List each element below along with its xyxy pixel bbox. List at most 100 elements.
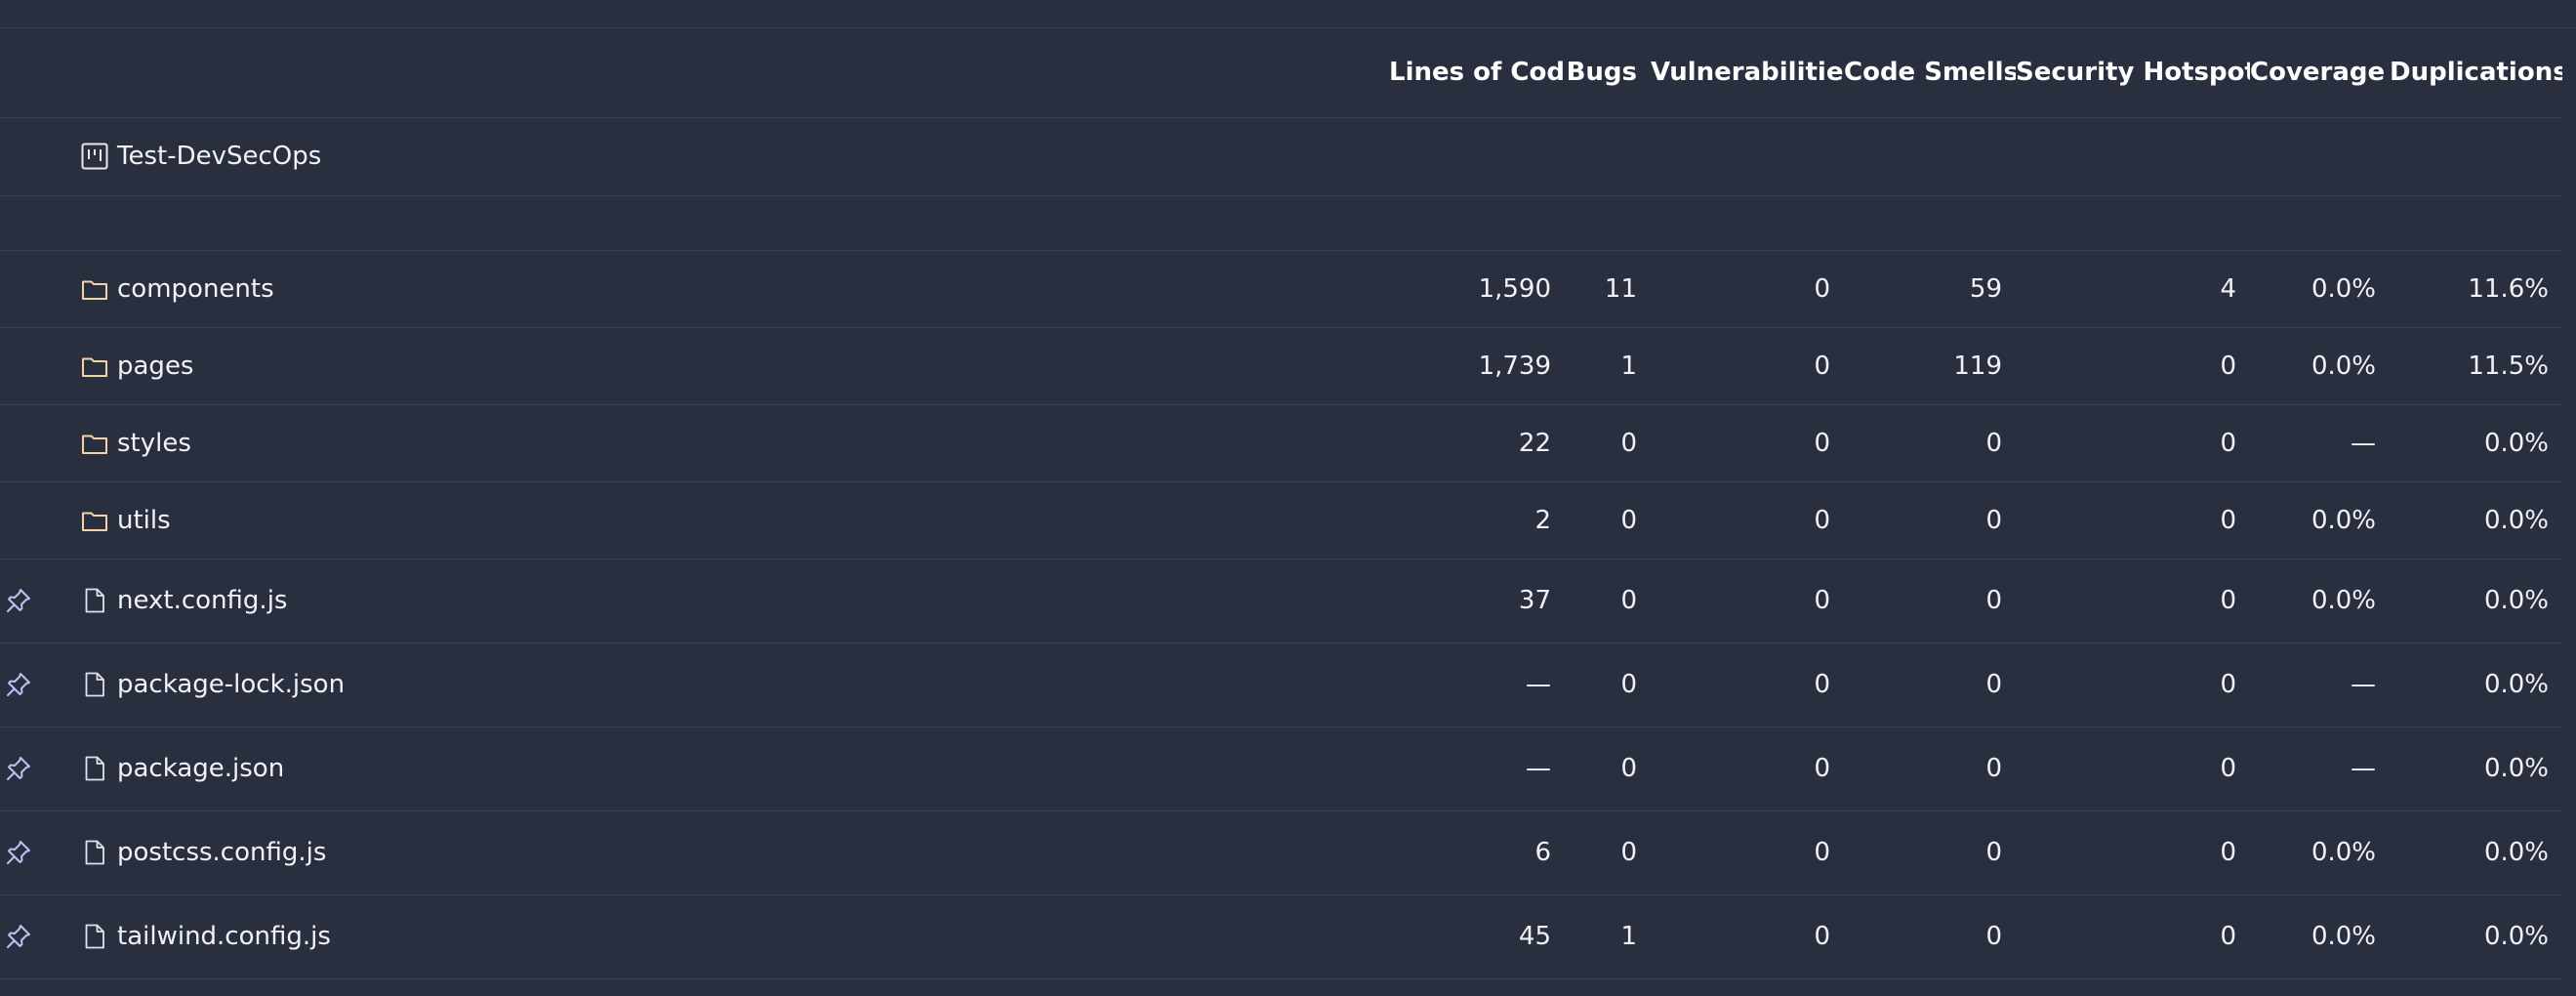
security-hotspots-cell[interactable]: 0: [2016, 643, 2250, 727]
vulnerabilities-cell[interactable]: 0: [1651, 726, 1844, 811]
header-bugs[interactable]: Bugs: [1565, 28, 1651, 118]
pin-icon[interactable]: [4, 922, 33, 951]
lines-of-code-cell[interactable]: 1,590: [1389, 250, 1565, 328]
bugs-cell[interactable]: 0: [1565, 559, 1651, 643]
project-cell-empty: [1389, 117, 1565, 196]
vulnerabilities-cell[interactable]: 0: [1651, 643, 1844, 727]
coverage-cell[interactable]: 0.0%: [2250, 559, 2390, 643]
code-smells-cell[interactable]: 0: [1844, 643, 2016, 727]
security-hotspots-cell[interactable]: 0: [2016, 327, 2250, 405]
vulnerabilities-cell[interactable]: 0: [1651, 810, 1844, 895]
bugs-cell[interactable]: 0: [1565, 726, 1651, 811]
duplications-cell[interactable]: 0.0%: [2390, 481, 2562, 560]
code-smells-cell[interactable]: 119: [1844, 327, 2016, 405]
duplications-cell[interactable]: 11.5%: [2390, 327, 2562, 405]
file-icon: [85, 756, 104, 781]
item-name[interactable]: package-lock.json: [117, 670, 345, 699]
header-coverage[interactable]: Coverage: [2250, 28, 2390, 118]
bugs-cell[interactable]: 1: [1565, 894, 1651, 979]
header-code-smells[interactable]: Code Smells: [1844, 28, 2016, 118]
code-smells-cell[interactable]: 59: [1844, 250, 2016, 328]
item-name[interactable]: styles: [117, 429, 191, 458]
duplications-cell[interactable]: 0.0%: [2390, 643, 2562, 727]
header-security-hotspots[interactable]: Security Hotspots: [2016, 28, 2250, 118]
vulnerabilities-cell[interactable]: 0: [1651, 250, 1844, 328]
code-smells-cell[interactable]: 0: [1844, 894, 2016, 979]
pin-icon[interactable]: [4, 838, 33, 867]
vulnerabilities-cell[interactable]: 0: [1651, 327, 1844, 405]
bugs-cell[interactable]: 0: [1565, 404, 1651, 482]
coverage-cell[interactable]: 0.0%: [2250, 810, 2390, 895]
vulnerabilities-cell[interactable]: 0: [1651, 559, 1844, 643]
coverage-cell[interactable]: 0.0%: [2250, 894, 2390, 979]
item-name[interactable]: components: [117, 274, 274, 304]
header-vulnerabilities[interactable]: Vulnerabilities: [1651, 28, 1844, 118]
code-smells-cell[interactable]: 0: [1844, 726, 2016, 811]
bugs-cell[interactable]: 11: [1565, 250, 1651, 328]
security-hotspots-cell[interactable]: 0: [2016, 726, 2250, 811]
lines-of-code-cell[interactable]: 2: [1389, 481, 1565, 560]
vulnerabilities-cell[interactable]: 0: [1651, 404, 1844, 482]
item-name[interactable]: postcss.config.js: [117, 838, 326, 867]
bugs-cell[interactable]: 0: [1565, 810, 1651, 895]
item-name[interactable]: tailwind.config.js: [117, 922, 331, 951]
name-cell: postcss.config.js: [76, 810, 1389, 895]
item-name[interactable]: next.config.js: [117, 586, 287, 615]
code-smells-cell[interactable]: 0: [1844, 559, 2016, 643]
coverage-cell[interactable]: 0.0%: [2250, 250, 2390, 328]
duplications-cell[interactable]: 0.0%: [2390, 726, 2562, 811]
bugs-cell[interactable]: 0: [1565, 481, 1651, 560]
name-cell: styles: [76, 404, 1389, 482]
lines-of-code-cell[interactable]: 37: [1389, 559, 1565, 643]
header-name-spacer: [76, 28, 1389, 118]
security-hotspots-cell[interactable]: 4: [2016, 250, 2250, 328]
coverage-cell[interactable]: 0.0%: [2250, 327, 2390, 405]
vulnerabilities-cell[interactable]: 0: [1651, 481, 1844, 560]
security-hotspots-cell[interactable]: 0: [2016, 810, 2250, 895]
measures-table-panel: Lines of Code Bugs Vulnerabilities Code …: [0, 27, 2576, 996]
project-name[interactable]: Test-DevSecOps: [117, 142, 321, 171]
duplications-cell[interactable]: 0.0%: [2390, 810, 2562, 895]
file-icon: [85, 672, 104, 697]
pin-icon[interactable]: [4, 754, 33, 783]
lines-of-code-cell[interactable]: 6: [1389, 810, 1565, 895]
project-board-icon: [81, 143, 108, 170]
folder-row: styles 22 0 0 0 0 — 0.0%: [0, 404, 2562, 482]
lines-of-code-cell[interactable]: —: [1389, 643, 1565, 727]
spacer-cell: [0, 195, 2562, 251]
coverage-cell[interactable]: —: [2250, 643, 2390, 727]
item-name[interactable]: package.json: [117, 754, 284, 783]
folder-icon: [82, 512, 107, 531]
pin-icon[interactable]: [4, 586, 33, 615]
bugs-cell[interactable]: 0: [1565, 643, 1651, 727]
lines-of-code-cell[interactable]: 45: [1389, 894, 1565, 979]
header-duplications[interactable]: Duplications: [2390, 28, 2562, 118]
item-name[interactable]: pages: [117, 352, 193, 381]
duplications-cell[interactable]: 0.0%: [2390, 894, 2562, 979]
duplications-cell[interactable]: 11.6%: [2390, 250, 2562, 328]
lines-of-code-cell[interactable]: 1,739: [1389, 327, 1565, 405]
folder-row: components 1,590 11 0 59 4 0.0% 11.6%: [0, 250, 2562, 328]
pin-cell: [0, 726, 76, 811]
security-hotspots-cell[interactable]: 0: [2016, 481, 2250, 560]
code-smells-cell[interactable]: 0: [1844, 810, 2016, 895]
coverage-cell[interactable]: —: [2250, 726, 2390, 811]
duplications-cell[interactable]: 0.0%: [2390, 404, 2562, 482]
code-smells-cell[interactable]: 0: [1844, 404, 2016, 482]
header-lines-of-code[interactable]: Lines of Code: [1389, 28, 1565, 118]
duplications-cell[interactable]: 0.0%: [2390, 559, 2562, 643]
vulnerabilities-cell[interactable]: 0: [1651, 894, 1844, 979]
item-name[interactable]: utils: [117, 506, 171, 535]
coverage-cell[interactable]: 0.0%: [2250, 481, 2390, 560]
bugs-cell[interactable]: 1: [1565, 327, 1651, 405]
security-hotspots-cell[interactable]: 0: [2016, 404, 2250, 482]
security-hotspots-cell[interactable]: 0: [2016, 894, 2250, 979]
name-cell: pages: [76, 327, 1389, 405]
lines-of-code-cell[interactable]: 22: [1389, 404, 1565, 482]
measures-table: Lines of Code Bugs Vulnerabilities Code …: [0, 28, 2562, 979]
security-hotspots-cell[interactable]: 0: [2016, 559, 2250, 643]
coverage-cell[interactable]: —: [2250, 404, 2390, 482]
lines-of-code-cell[interactable]: —: [1389, 726, 1565, 811]
code-smells-cell[interactable]: 0: [1844, 481, 2016, 560]
pin-icon[interactable]: [4, 670, 33, 699]
